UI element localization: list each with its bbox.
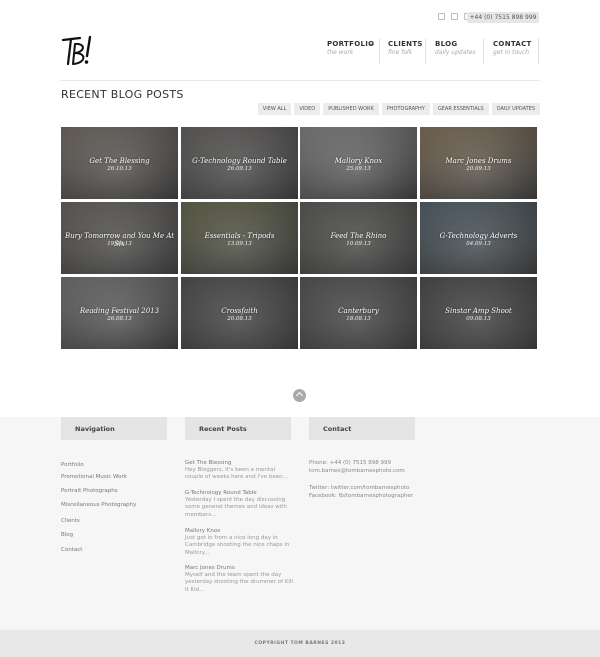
blog-post-date: 26.09.13: [227, 166, 252, 172]
filter-photography[interactable]: PHOTOGRAPHY: [381, 103, 430, 115]
blog-post-date: 20.08.13: [227, 316, 252, 322]
nav-divider: [379, 38, 380, 64]
blog-post-tile[interactable]: Sinstar Amp Shoot 09.08.13: [420, 277, 537, 349]
facebook-icon[interactable]: [451, 13, 458, 20]
nav-item-contact[interactable]: CONTACT get in touch: [493, 40, 532, 64]
footer-heading-navigation: Navigation: [61, 417, 167, 440]
header-divider: [60, 80, 540, 81]
blog-post-grid: Get The Blessing 26.10.13 G-Technology Rou…: [61, 127, 540, 349]
footer-link-clients[interactable]: Clients: [61, 518, 80, 524]
footer-link-miscellaneous-photography[interactable]: Miscellaneous Photography: [61, 502, 136, 508]
nav-item-blog[interactable]: BLOG daily updates: [435, 40, 476, 64]
blog-post-date: 26.10.13: [107, 166, 132, 172]
main-nav-clients: CLIENTS fine folk: [388, 40, 423, 76]
blog-post-date: 18.08.13: [346, 316, 371, 322]
footer-link-promotional-music-work[interactable]: Promotional Music Work: [61, 474, 127, 480]
copyright: COPYRIGHT TOM BARNES 2013: [0, 630, 600, 657]
top-bar: +44 (0) 7515 898 999: [0, 12, 600, 26]
nav-item-subtitle: fine folk: [388, 49, 413, 56]
blog-post-title: G-Technology Round Table: [192, 157, 287, 165]
nav-item-title: PORTFOLIO: [327, 40, 375, 48]
recent-post-excerpt: Just got in from a nice long day in Camb…: [185, 535, 290, 556]
filter-published-work[interactable]: PUBLISHED WORK: [323, 103, 379, 115]
blog-filters: VIEW ALL VIDEO PUBLISHED WORK PHOTOGRAPH…: [257, 103, 540, 115]
page-title: RECENT BLOG POSTS: [61, 88, 184, 101]
blog-post-title: Marc Jones Drums: [445, 157, 512, 165]
blog-post-title: Crossfaith: [221, 307, 258, 315]
contact-twitter[interactable]: Twitter: twitter.com/tombarnesphoto: [309, 485, 409, 491]
blog-post-title: Essentials - Tripods: [204, 232, 275, 240]
nav-item-subtitle: daily updates: [435, 49, 476, 56]
blog-post-date: 04.09.13: [466, 241, 491, 247]
nav-item-subtitle: get in touch: [493, 49, 530, 56]
footer-link-blog[interactable]: Blog: [61, 532, 73, 538]
site-logo[interactable]: [60, 34, 96, 68]
blog-post-tile[interactable]: G-Technology Round Table 26.09.13: [181, 127, 298, 199]
filter-daily-updates[interactable]: DAILY UPDATES: [491, 103, 540, 115]
blog-post-title: Reading Festival 2013: [79, 307, 160, 315]
blog-post-title: Canterbury: [338, 307, 379, 315]
blog-post-tile[interactable]: Mallory Knox 25.09.13: [300, 127, 417, 199]
main-nav-contact: CONTACT get in touch: [493, 40, 532, 76]
footer-link-portfolio[interactable]: Portfolio: [61, 462, 84, 468]
blog-post-tile[interactable]: Crossfaith 20.08.13: [181, 277, 298, 349]
nav-item-portfolio[interactable]: PORTFOLIO the work: [327, 40, 374, 64]
recent-post-excerpt: Yesterday I spent the day discussing som…: [185, 497, 287, 518]
nav-divider: [425, 38, 426, 64]
blog-post-tile[interactable]: Reading Festival 2013 26.08.13: [61, 277, 178, 349]
blog-post-tile[interactable]: Essentials - Tripods 13.09.13: [181, 202, 298, 274]
blog-post-date: 26.08.13: [107, 316, 132, 322]
recent-post-excerpt: Hey Bloggers, It's been a mental couple …: [185, 467, 288, 481]
footer: [0, 417, 600, 630]
blog-post-date: 09.08.13: [466, 316, 491, 322]
blog-post-date: 25.09.13: [346, 166, 371, 172]
blog-post-tile[interactable]: G-Technology Adverts 04.09.13: [420, 202, 537, 274]
scroll-to-top-icon[interactable]: [293, 389, 306, 402]
footer-heading-recent-posts: Recent Posts: [185, 417, 291, 440]
blog-post-date: 10.09.13: [346, 241, 371, 247]
recent-post-title[interactable]: Marc Jones Drums: [185, 565, 235, 571]
filter-gear-essentials[interactable]: GEAR ESSENTIALS: [432, 103, 489, 115]
blog-post-title: Mallory Knox: [334, 157, 383, 165]
recent-post-excerpt: Myself and the team spent the day yester…: [185, 572, 293, 593]
nav-item-title: CLIENTS: [388, 40, 423, 48]
nav-item-clients[interactable]: CLIENTS fine folk: [388, 40, 423, 64]
blog-post-tile[interactable]: Bury Tomorrow and You Me At Six 19.09.13: [61, 202, 178, 274]
main-nav: PORTFOLIO the work: [327, 40, 374, 76]
nav-divider: [538, 38, 539, 64]
contact-facebook[interactable]: Facebook: fb/tombarnesphotographer: [309, 493, 413, 499]
footer-link-contact[interactable]: Contact: [61, 547, 82, 553]
twitter-icon[interactable]: [438, 13, 445, 20]
blog-post-title: Get The Blessing: [89, 157, 150, 165]
blog-post-title: Sinstar Amp Shoot: [445, 307, 512, 315]
blog-post-title: G-Technology Adverts: [439, 232, 518, 240]
nav-item-title: BLOG: [435, 40, 458, 48]
contact-phone: Phone: +44 (0) 7515 898 999: [309, 460, 392, 466]
phone-number: +44 (0) 7515 898 999: [467, 12, 539, 23]
blog-post-tile[interactable]: Get The Blessing 26.10.13: [61, 127, 178, 199]
blog-post-title: Feed The Rhino: [330, 232, 387, 240]
footer-link-portrait-photographs[interactable]: Portrait Photographs: [61, 488, 118, 494]
footer-heading-contact: Contact: [309, 417, 415, 440]
recent-post-title[interactable]: Get The Blessing: [185, 460, 231, 466]
blog-post-date: 20.09.13: [466, 166, 491, 172]
blog-post-date: 19.09.13: [107, 241, 132, 247]
nav-item-subtitle: the work: [327, 49, 354, 56]
recent-post-title[interactable]: Mallory Knox: [185, 528, 220, 534]
blog-post-tile[interactable]: Feed The Rhino 10.09.13: [300, 202, 417, 274]
nav-item-title: CONTACT: [493, 40, 532, 48]
filter-view-all[interactable]: VIEW ALL: [257, 103, 292, 115]
blog-post-tile[interactable]: Marc Jones Drums 20.09.13: [420, 127, 537, 199]
recent-post-title[interactable]: G-Technology Round Table: [185, 490, 257, 496]
blog-post-tile[interactable]: Canterbury 18.08.13: [300, 277, 417, 349]
nav-divider: [483, 38, 484, 64]
blog-post-date: 13.09.13: [227, 241, 252, 247]
main-nav-blog: BLOG daily updates: [435, 40, 476, 76]
contact-email[interactable]: tom.barnes@tombarnesphoto.com: [309, 468, 405, 474]
filter-video[interactable]: VIDEO: [294, 103, 321, 115]
